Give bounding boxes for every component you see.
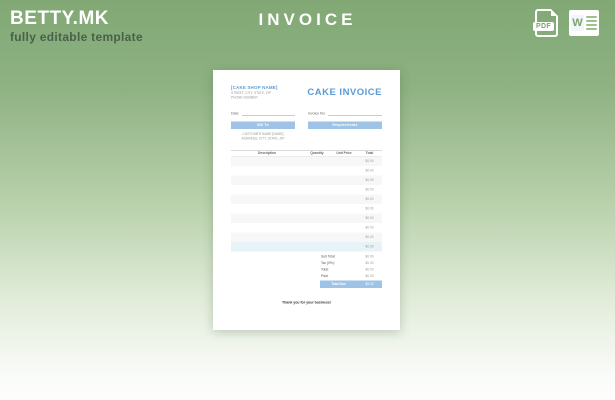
summary-label: Total: (320, 268, 357, 272)
summary-block: Sub Total:$0.00Tax (0%):$0.00Total:$0.00… (320, 254, 382, 280)
cell-total: $0.00 (357, 169, 382, 173)
table-row: $0.00 (231, 176, 382, 186)
cell-total: $0.00 (357, 245, 382, 249)
invoice-meta-row: Date: Invoice No: (231, 111, 382, 116)
invoice-footer: Thank you for your business! (231, 301, 382, 305)
summary-label: Sub Total: (320, 255, 357, 259)
summary-value: $0.00 (357, 262, 382, 266)
invoice-title: CAKE INVOICE (307, 87, 382, 98)
col-unit-price: Unit Price (331, 152, 357, 156)
table-row: $0.00 (231, 195, 382, 205)
cell-total: $0.00 (357, 188, 382, 192)
summary-value: $0.00 (357, 275, 382, 279)
col-total: Total (357, 152, 382, 156)
total-due-label: Total Due (320, 283, 357, 287)
table-row: $0.00 (231, 166, 382, 176)
cell-total: $0.00 (357, 217, 382, 221)
table-row: $0.00 (231, 242, 382, 252)
cell-total: $0.00 (357, 207, 382, 211)
summary-row: Paid:$0.00 (320, 273, 382, 280)
cell-total: $0.00 (357, 179, 382, 183)
table-row: $0.00 (231, 233, 382, 243)
cell-total: $0.00 (357, 236, 382, 240)
cell-total: $0.00 (357, 160, 382, 164)
invoice-table-body: $0.00 $0.00 $0.00 $0.00 $0.00 $0.00 $0.00 $0.00… (231, 157, 382, 252)
requirements-header: Requirements (308, 122, 382, 130)
table-row: $0.00 (231, 185, 382, 195)
total-due-row: Total Due $0.00 (320, 281, 382, 289)
pdf-download-icon[interactable]: PDF (535, 9, 558, 37)
invoice-no-field (328, 111, 382, 116)
word-icon-lines (584, 16, 597, 30)
invoice-header: [CAKE SHOP NAME] STREET, CITY, STATE, ZI… (231, 85, 382, 100)
customer-block: CUSTOMER NAME [NAME] ADDRESS, CITY, STAT… (231, 132, 295, 141)
download-icons: PDF W (535, 9, 599, 37)
table-row: $0.00 (231, 223, 382, 233)
table-row: $0.00 (231, 204, 382, 214)
summary-value: $0.00 (357, 255, 382, 259)
pdf-icon-label: PDF (533, 22, 554, 31)
summary-value: $0.00 (357, 268, 382, 272)
shop-name: [CAKE SHOP NAME] (231, 85, 278, 90)
word-icon-letter: W (571, 15, 584, 31)
date-label: Date: (231, 112, 239, 116)
invoice-table: Description Quantity Unit Price Total $0… (231, 150, 382, 252)
section-bars: Bill To Requirements (231, 122, 382, 130)
date-field (242, 111, 295, 116)
cell-total: $0.00 (357, 226, 382, 230)
word-download-icon[interactable]: W (569, 10, 599, 36)
brand-tagline: fully editable template (10, 30, 143, 44)
invoice-no-label: Invoice No: (308, 112, 326, 116)
total-due-value: $0.00 (357, 283, 382, 287)
table-row: $0.00 (231, 214, 382, 224)
cell-total: $0.00 (357, 198, 382, 202)
table-row: $0.00 (231, 157, 382, 167)
shop-phone: PHONE NUMBER (231, 96, 278, 100)
col-quantity: Quantity (303, 152, 331, 156)
col-description: Description (231, 152, 303, 156)
shop-block: [CAKE SHOP NAME] STREET, CITY, STATE, ZI… (231, 85, 278, 100)
customer-address: ADDRESS, CITY, STATE, ZIP (231, 137, 295, 142)
summary-label: Paid: (320, 275, 357, 279)
invoice-preview: [CAKE SHOP NAME] STREET, CITY, STATE, ZI… (213, 70, 400, 330)
page-title: INVOICE (0, 10, 615, 30)
bill-to-header: Bill To (231, 122, 295, 130)
summary-label: Tax (0%): (320, 262, 357, 266)
